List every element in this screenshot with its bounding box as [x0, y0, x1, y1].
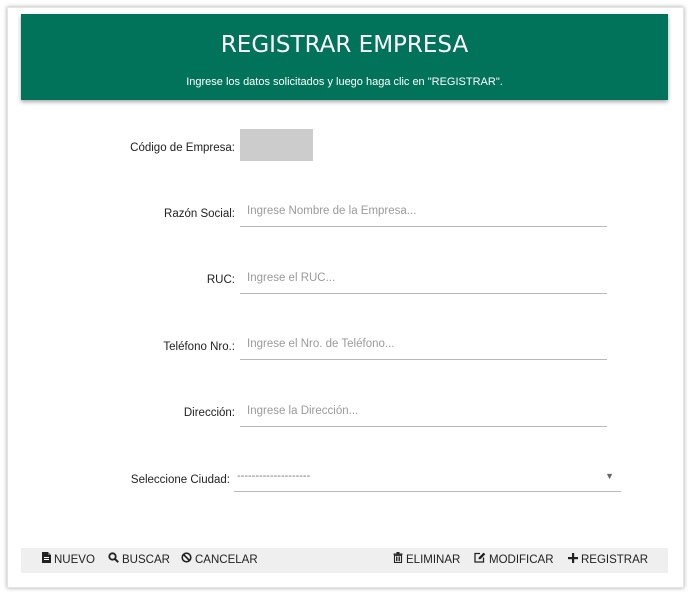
modificar-button[interactable]: MODIFICAR: [474, 548, 554, 573]
nuevo-label: NUEVO: [54, 554, 95, 566]
eliminar-button[interactable]: ELIMINAR: [393, 548, 460, 573]
edit-icon: [474, 548, 486, 573]
codigo-label: Código de Empresa:: [130, 142, 235, 154]
search-icon: [108, 548, 119, 573]
trash-icon: [393, 548, 403, 573]
page-header: REGISTRAR EMPRESA Ingrese los datos soli…: [21, 14, 668, 100]
direccion-input[interactable]: [240, 396, 607, 427]
ciudad-select[interactable]: -------------------- ▼: [234, 464, 621, 492]
codigo-field: [240, 129, 313, 161]
cancelar-button[interactable]: CANCELAR: [181, 548, 258, 573]
razon-social-input[interactable]: [240, 196, 607, 227]
action-toolbar: NUEVO BUSCAR CANCELAR ELIMINAR MODIFICAR…: [21, 548, 668, 573]
buscar-label: BUSCAR: [122, 554, 170, 566]
page-title: REGISTRAR EMPRESA: [220, 32, 469, 58]
file-icon: [42, 548, 51, 573]
modificar-label: MODIFICAR: [489, 554, 554, 566]
ruc-label: RUC:: [206, 274, 235, 286]
telefono-label: Teléfono Nro.:: [163, 341, 235, 353]
direccion-label: Dirección:: [183, 407, 235, 419]
buscar-button[interactable]: BUSCAR: [108, 548, 170, 573]
ciudad-label: Seleccione Ciudad:: [130, 474, 230, 486]
chevron-down-icon: ▼: [605, 471, 614, 481]
nuevo-button[interactable]: NUEVO: [42, 548, 95, 573]
plus-icon: [568, 548, 578, 573]
registrar-button[interactable]: REGISTRAR: [568, 548, 648, 573]
page-subtitle: Ingrese los datos solicitados y luego ha…: [186, 76, 503, 88]
registrar-label: REGISTRAR: [581, 554, 649, 566]
ciudad-selected-value: --------------------: [237, 470, 311, 482]
ban-icon: [181, 548, 192, 573]
eliminar-label: ELIMINAR: [406, 554, 461, 566]
cancelar-label: CANCELAR: [195, 554, 258, 566]
ruc-input[interactable]: [240, 263, 607, 294]
telefono-input[interactable]: [240, 329, 607, 360]
razon-social-label: Razón Social:: [164, 208, 235, 220]
